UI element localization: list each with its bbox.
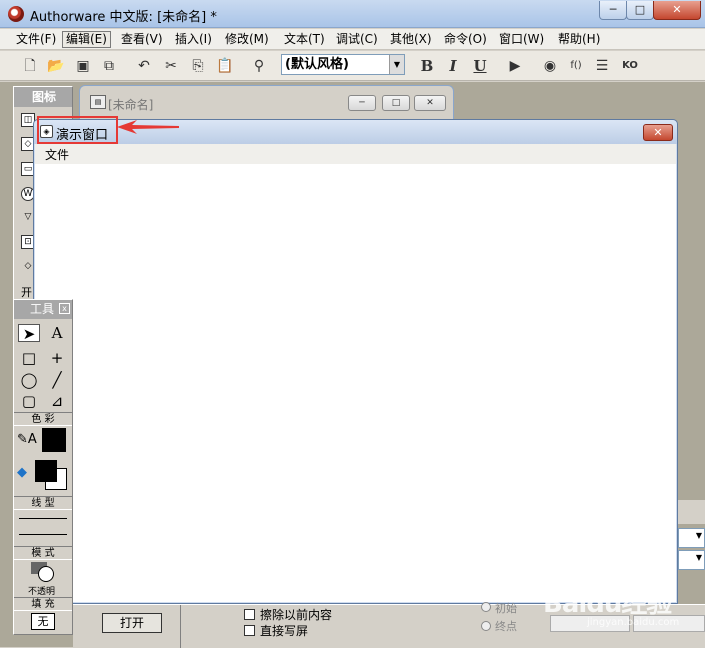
erase-previous-label: 擦除以前内容 bbox=[260, 608, 333, 622]
menu-edit[interactable]: 编辑(E) bbox=[62, 31, 111, 48]
right-panel-edge bbox=[678, 500, 705, 524]
baidu-watermark-url: jingyan.baidu.com bbox=[587, 617, 680, 628]
menu-view[interactable]: 查看(V) bbox=[118, 31, 166, 48]
initial-radio-label: 初始 bbox=[495, 602, 517, 615]
highlight-box bbox=[37, 116, 118, 144]
functions-icon[interactable]: f() bbox=[566, 56, 586, 76]
presentation-window: ◈ 演示窗口 ✕ 文件 bbox=[33, 119, 678, 604]
baidu-watermark: Baidu经验 bbox=[543, 589, 672, 619]
italic-button[interactable]: I bbox=[443, 56, 463, 76]
menu-bar: 文件(F) 编辑(E) 查看(V) 插入(I) 修改(M) 文本(T) 调试(C… bbox=[0, 29, 705, 50]
right-dropdown-2[interactable]: ▼ bbox=[678, 550, 705, 570]
mode-value: 不透明 bbox=[28, 587, 56, 597]
polygon-tool-icon[interactable]: ⊿ bbox=[46, 392, 68, 410]
icon-palette-partial-label: 开 bbox=[21, 286, 32, 299]
line-style-section-label: 线 型 bbox=[14, 496, 72, 510]
underline-button[interactable]: U bbox=[470, 56, 490, 76]
maximize-button[interactable]: □ bbox=[626, 1, 654, 20]
undo-icon[interactable]: ↶ bbox=[134, 56, 154, 76]
mode-section-label: 模 式 bbox=[14, 546, 72, 560]
knowledge-objects-icon[interactable]: KO bbox=[620, 56, 640, 76]
menu-insert[interactable]: 插入(I) bbox=[172, 31, 215, 48]
text-style-value: (默认风格) bbox=[285, 57, 349, 72]
icon-palette-title[interactable]: 图标 bbox=[14, 87, 72, 107]
design-minimize-button[interactable]: ─ bbox=[348, 95, 376, 111]
menu-text[interactable]: 文本(T) bbox=[281, 31, 328, 48]
ellipse-tool-icon[interactable]: ◯ bbox=[18, 371, 40, 389]
run-icon[interactable]: ▶ bbox=[505, 56, 525, 76]
menu-command[interactable]: 命令(O) bbox=[441, 31, 490, 48]
tools-palette: 工具 x ➤ A □ + ◯ ╱ ▢ ⊿ 色 彩 ✎A ◆ 线 型 模 式 不透… bbox=[13, 299, 73, 635]
copy-icon[interactable]: ⎘ bbox=[188, 56, 208, 76]
fill-foreground-swatch[interactable] bbox=[35, 460, 57, 482]
initial-radio[interactable] bbox=[481, 602, 491, 612]
minimize-button[interactable]: ─ bbox=[599, 1, 627, 20]
open-icon[interactable]: 📂 bbox=[46, 56, 66, 76]
variables-icon[interactable]: ☰ bbox=[592, 56, 612, 76]
authorware-app-icon[interactable] bbox=[8, 6, 24, 22]
menu-other[interactable]: 其他(X) bbox=[387, 31, 435, 48]
direct-to-screen-label: 直接写屏 bbox=[260, 624, 309, 638]
erase-previous-checkbox[interactable] bbox=[244, 609, 255, 620]
menu-window[interactable]: 窗口(W) bbox=[496, 31, 547, 48]
menu-file[interactable]: 文件(F) bbox=[13, 31, 59, 48]
close-button[interactable]: ✕ bbox=[653, 1, 701, 20]
menu-modify[interactable]: 修改(M) bbox=[222, 31, 272, 48]
open-button[interactable]: 打开 bbox=[102, 613, 162, 633]
presentation-close-button[interactable]: ✕ bbox=[643, 124, 673, 141]
title-bar: Authorware 中文版: [未命名] * ─ □ ✕ bbox=[0, 0, 705, 28]
mode-circle-icon[interactable] bbox=[38, 566, 54, 582]
pencil-icon: ✎A bbox=[17, 432, 37, 447]
design-window-title: [未命名] bbox=[108, 98, 154, 112]
find-icon[interactable]: ⚲ bbox=[249, 56, 269, 76]
paste-icon[interactable]: 📋 bbox=[215, 56, 235, 76]
direct-to-screen-checkbox[interactable] bbox=[244, 625, 255, 636]
line-tool-icon[interactable]: ╱ bbox=[46, 371, 68, 389]
design-close-button[interactable]: ✕ bbox=[414, 95, 446, 111]
red-arrow-icon bbox=[117, 120, 179, 134]
chevron-down-icon[interactable]: ▼ bbox=[389, 55, 404, 74]
text-tool-icon[interactable]: A bbox=[46, 324, 68, 342]
presentation-menu-bar: 文件 bbox=[35, 144, 676, 164]
fill-pattern-value[interactable]: 无 bbox=[31, 613, 55, 630]
design-maximize-button[interactable]: □ bbox=[382, 95, 410, 111]
bold-button[interactable]: B bbox=[417, 56, 437, 76]
new-icon[interactable]: 🗋 bbox=[20, 56, 40, 76]
design-window-icon: ▤ bbox=[90, 95, 106, 109]
tools-close-icon[interactable]: x bbox=[59, 303, 70, 314]
cut-icon[interactable]: ✂ bbox=[161, 56, 181, 76]
presentation-menu-file[interactable]: 文件 bbox=[45, 146, 69, 163]
paint-bucket-icon: ◆ bbox=[17, 465, 27, 480]
crosshair-tool-icon[interactable]: + bbox=[46, 349, 68, 367]
window-title: Authorware 中文版: [未命名] * bbox=[30, 10, 217, 25]
stroke-color-swatch[interactable] bbox=[42, 428, 66, 452]
color-section-label: 色 彩 bbox=[14, 412, 72, 426]
line-sample[interactable] bbox=[19, 534, 67, 535]
panel-divider bbox=[180, 605, 181, 648]
rectangle-tool-icon[interactable]: □ bbox=[18, 349, 40, 367]
menu-debug[interactable]: 调试(C) bbox=[333, 31, 381, 48]
control-panel-icon[interactable]: ◉ bbox=[540, 56, 560, 76]
presentation-canvas[interactable] bbox=[35, 164, 676, 602]
import-icon[interactable]: ⧉ bbox=[99, 56, 119, 76]
text-style-select[interactable]: (默认风格) ▼ bbox=[281, 54, 405, 75]
save-all-icon[interactable]: ▣ bbox=[73, 56, 93, 76]
thin-line-sample[interactable] bbox=[19, 518, 67, 519]
menu-help[interactable]: 帮助(H) bbox=[555, 31, 603, 48]
rounded-rect-tool-icon[interactable]: ▢ bbox=[18, 392, 40, 410]
end-radio-label: 终点 bbox=[495, 620, 517, 633]
end-radio[interactable] bbox=[481, 621, 491, 631]
fill-section-label: 填 充 bbox=[14, 597, 72, 611]
right-dropdown-1[interactable]: ▼ bbox=[678, 528, 705, 548]
pointer-tool-icon[interactable]: ➤ bbox=[18, 324, 40, 343]
